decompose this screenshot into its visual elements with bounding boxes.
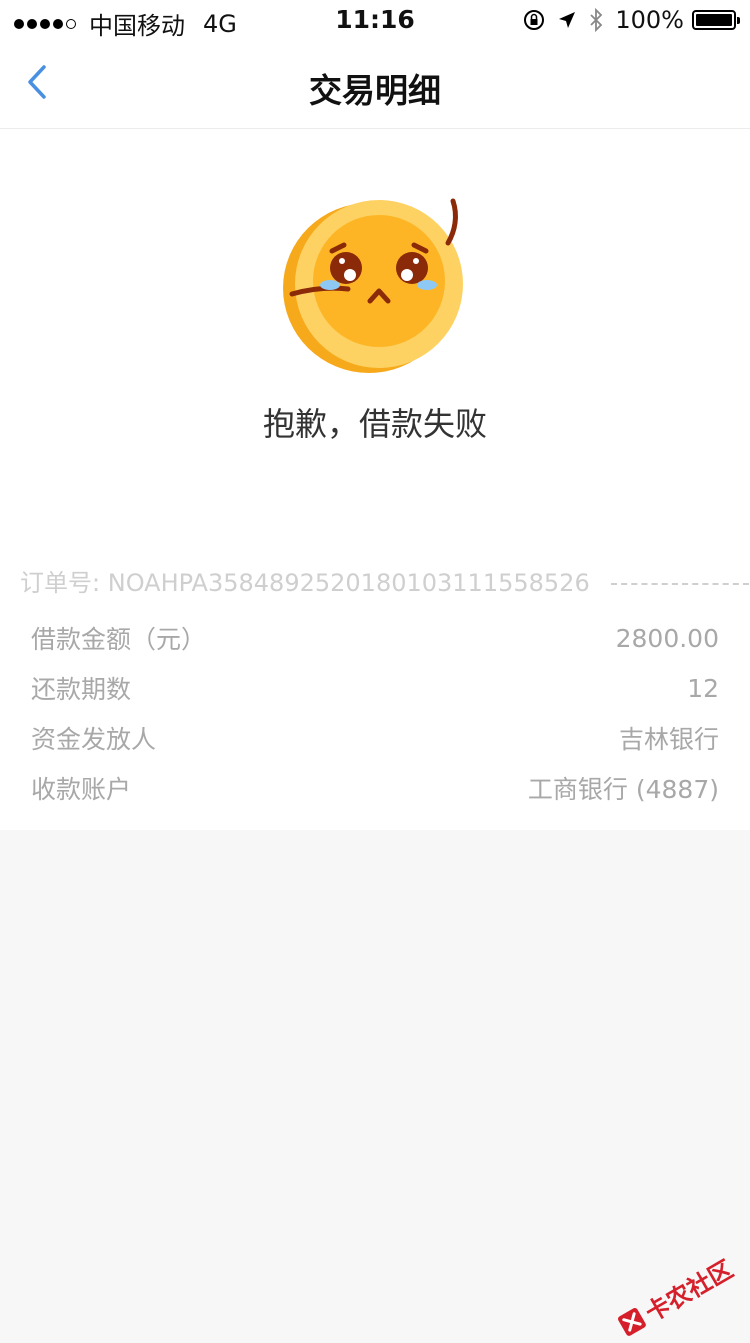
- detail-label: 借款金额（元）: [31, 625, 207, 654]
- battery-icon: [692, 10, 740, 30]
- location-icon: [557, 10, 577, 30]
- order-number-label: 订单号:: [20, 569, 101, 597]
- watermark-text: 卡农社区: [640, 1255, 738, 1328]
- status-right: 100%: [523, 6, 740, 34]
- detail-row-loan-amount: 借款金额（元） 2800.00: [31, 613, 719, 663]
- detail-value: 12: [687, 673, 719, 703]
- details-list: 借款金额（元） 2800.00 还款期数 12 资金发放人 吉林银行 收款账户 …: [31, 613, 719, 813]
- failure-message: 抱歉，借款失败: [262, 405, 487, 443]
- detail-row-receiving-account: 收款账户 工商银行 (4887): [31, 763, 719, 813]
- page-title: 交易明细: [309, 71, 441, 110]
- detail-value: 2800.00: [615, 623, 719, 653]
- order-number-row: 订单号: NOAHPA3584892520180103111558526: [20, 563, 750, 598]
- dashed-divider: [611, 583, 750, 585]
- transaction-card: 抱歉，借款失败 订单号: NOAHPA358489252018010311155…: [0, 129, 750, 830]
- detail-label: 收款账户: [31, 775, 132, 804]
- detail-value: 吉林银行: [618, 725, 719, 754]
- detail-value: 工商银行 (4887): [527, 775, 719, 804]
- watermark-logo: 卡农社区: [612, 1250, 739, 1343]
- detail-label: 资金发放人: [31, 725, 157, 754]
- battery-percent: 100%: [615, 6, 684, 34]
- bluetooth-icon: [589, 8, 603, 32]
- orientation-lock-icon: [523, 9, 545, 31]
- nav-bar: 交易明细: [0, 40, 750, 129]
- detail-label: 还款期数: [31, 675, 132, 704]
- detail-row-installments: 还款期数 12: [31, 663, 719, 713]
- crying-coin-icon: [280, 191, 480, 381]
- detail-row-lender: 资金发放人 吉林银行: [31, 713, 719, 763]
- status-bar: 中国移动 4G 11:16 100%: [0, 0, 750, 40]
- order-number: NOAHPA3584892520180103111558526: [107, 569, 590, 597]
